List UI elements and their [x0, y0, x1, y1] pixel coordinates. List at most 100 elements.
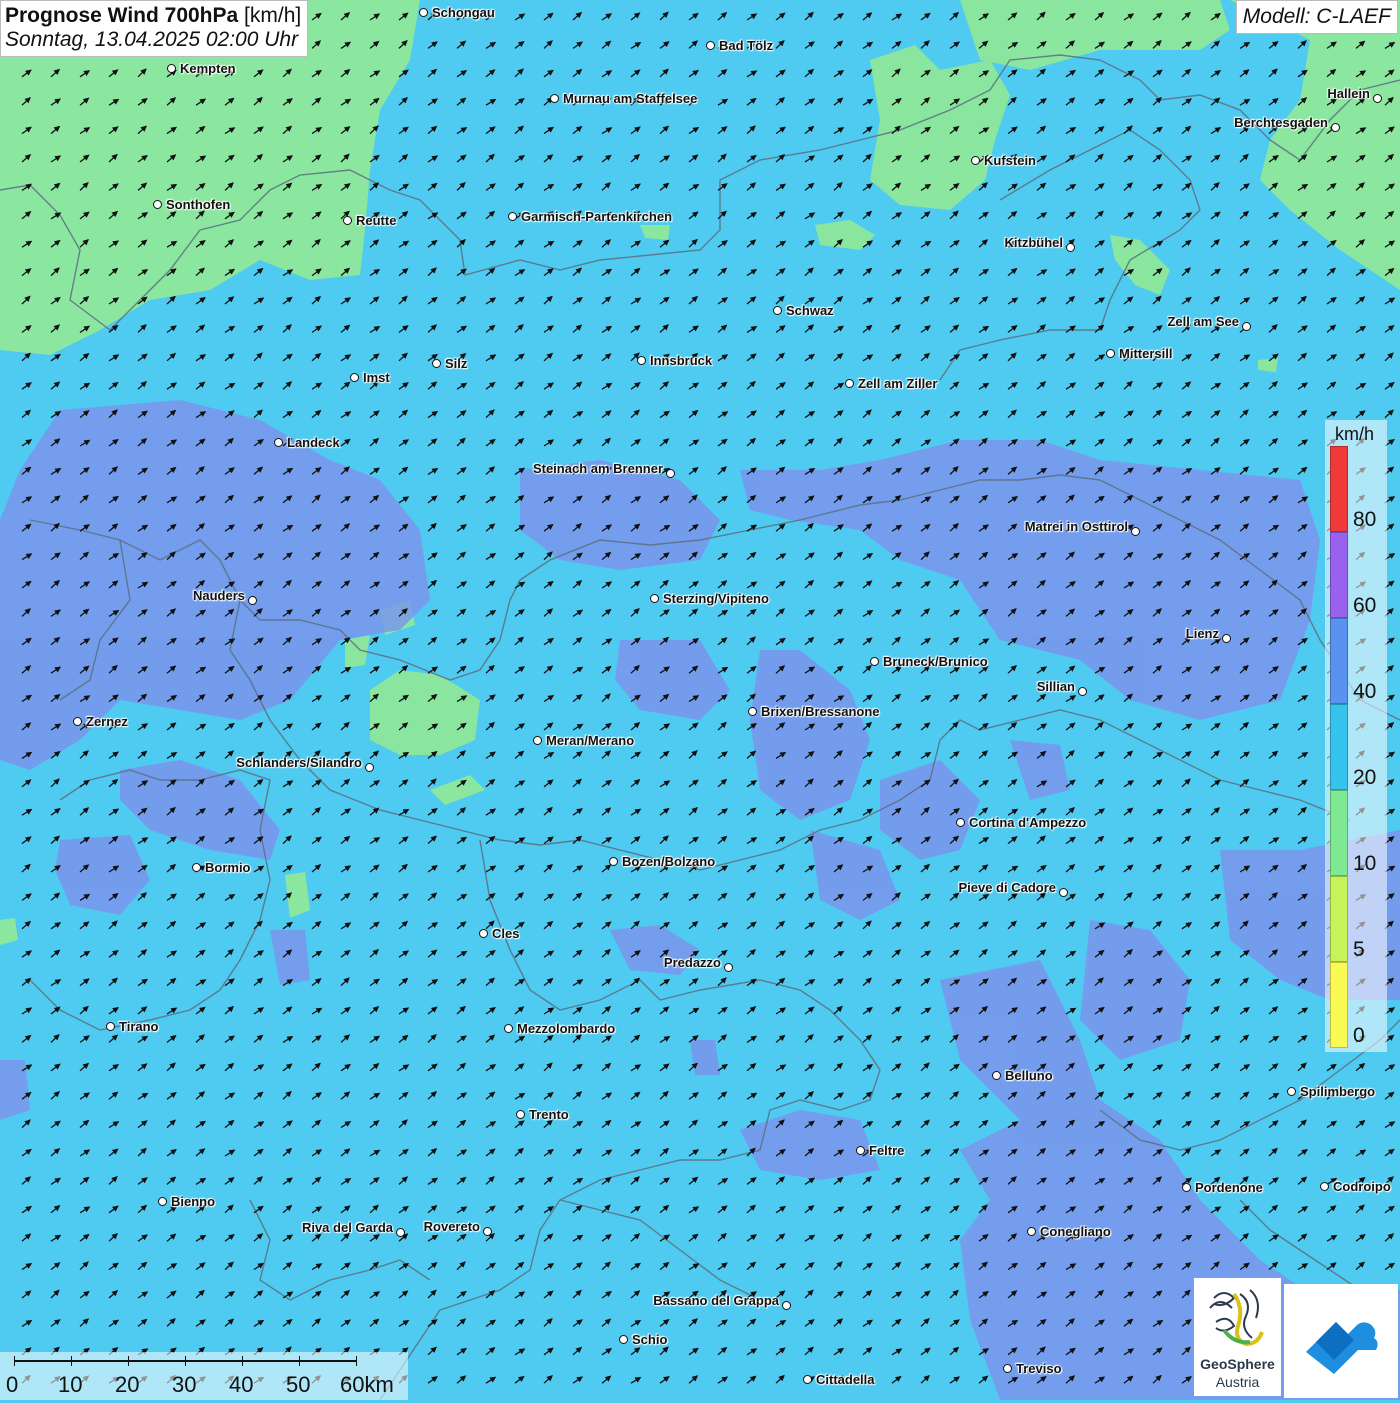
scale-tick — [128, 1356, 129, 1366]
city-marker — [432, 359, 441, 368]
city-marker — [192, 863, 201, 872]
scale-tick — [299, 1356, 300, 1366]
city-marker — [637, 356, 646, 365]
city-marker — [504, 1024, 513, 1033]
city-marker — [845, 379, 854, 388]
city-marker — [773, 306, 782, 315]
city-marker — [167, 64, 176, 73]
city-marker — [158, 1197, 167, 1206]
city-label: Garmisch-Partenkirchen — [521, 209, 673, 224]
map-subtitle: Sonntag, 13.04.2025 02:00 Uhr — [5, 28, 299, 52]
city-label: Mittersill — [1119, 346, 1173, 361]
city-label: Schwaz — [786, 303, 834, 318]
city-marker — [153, 200, 162, 209]
legend-bar — [1330, 446, 1348, 1048]
city-marker — [1222, 634, 1231, 643]
city-label: Kitzbühel — [1004, 235, 1064, 250]
city-marker — [396, 1228, 405, 1237]
legend-color-segment — [1330, 446, 1348, 532]
city-marker — [483, 1227, 492, 1236]
cloud-arrow-icon — [1306, 1322, 1378, 1374]
city-label: Pieve di Cadore — [958, 880, 1056, 895]
city-marker — [479, 929, 488, 938]
city-label: Riva del Garda — [301, 1220, 393, 1235]
city-label: Pordenone — [1195, 1180, 1263, 1195]
city-label: Treviso — [1016, 1361, 1062, 1376]
city-marker — [550, 94, 559, 103]
city-marker — [650, 594, 659, 603]
city-marker — [350, 373, 359, 382]
map-title: Prognose Wind 700hPa — [5, 4, 239, 27]
city-marker — [106, 1022, 115, 1031]
scale-label: 0 — [6, 1372, 19, 1397]
legend-unit: km/h — [1335, 424, 1375, 444]
city-label: Meran/Merano — [546, 733, 635, 748]
scale-label: 40 — [229, 1372, 254, 1397]
city-label: Sterzing/Vipiteno — [663, 591, 769, 606]
legend-tick: 10 — [1353, 852, 1377, 875]
scale-bar: 0 10 20 30 40 50 60km — [0, 1352, 408, 1400]
legend-color-segment — [1330, 876, 1348, 962]
city-marker — [870, 657, 879, 666]
city-marker — [343, 216, 352, 225]
city-label: Steinach am Brenner — [532, 461, 663, 476]
weather-app-logo[interactable] — [1284, 1284, 1398, 1398]
city-label: Matrei in Osttirol — [1024, 519, 1128, 534]
city-label: Zell am Ziller — [858, 376, 938, 391]
city-marker — [803, 1375, 812, 1384]
city-label: Bassano del Grappa — [653, 1293, 779, 1308]
scale-tick — [71, 1356, 72, 1366]
city-marker — [1320, 1182, 1329, 1191]
city-label: Kufstein — [984, 153, 1036, 168]
map-title-unit: [km/h] — [244, 4, 302, 27]
legend-color-segment — [1330, 618, 1348, 704]
scale-label: 30 — [172, 1372, 197, 1397]
city-label: Imst — [363, 370, 390, 385]
city-label: Berchtesgaden — [1234, 115, 1328, 130]
city-marker — [508, 212, 517, 221]
city-label: Codroipo — [1333, 1179, 1391, 1194]
city-label: Tirano — [119, 1019, 159, 1034]
legend-tick: 20 — [1353, 766, 1377, 789]
city-label: Bozen/Bolzano — [622, 854, 716, 869]
city-label: Mezzolombardo — [517, 1021, 616, 1036]
city-marker — [1027, 1227, 1036, 1236]
city-marker — [533, 736, 542, 745]
city-label: Landeck — [287, 435, 340, 450]
geosphere-logo[interactable]: GeoSphere Austria — [1194, 1278, 1281, 1396]
geosphere-sub: Austria — [1215, 1374, 1260, 1390]
city-label: Murnau am Staffelsee — [563, 91, 698, 106]
city-label: Schio — [632, 1332, 668, 1347]
scale-tick — [14, 1356, 15, 1366]
city-label: Silz — [445, 356, 468, 371]
legend-tick: 60 — [1353, 594, 1377, 617]
scale-label: 60km — [340, 1372, 394, 1397]
city-marker — [856, 1146, 865, 1155]
city-label: Hallein — [1327, 86, 1370, 101]
legend-tick: 40 — [1353, 680, 1377, 703]
city-marker — [971, 156, 980, 165]
city-marker — [706, 41, 715, 50]
city-label: Zernez — [86, 714, 128, 729]
color-legend: km/h 80 60 40 20 10 5 0 — [1325, 420, 1387, 1052]
city-label: Nauders — [192, 588, 245, 603]
city-label: Sillian — [1036, 679, 1075, 694]
city-marker — [666, 469, 675, 478]
city-label: Spilimbergo — [1300, 1084, 1376, 1099]
city-label: Schongau — [432, 5, 495, 20]
city-marker — [748, 707, 757, 716]
city-marker — [1003, 1364, 1012, 1373]
title-box: Prognose Wind 700hPa [km/h] Sonntag, 13.… — [0, 0, 309, 58]
scale-tick — [185, 1356, 186, 1366]
legend-color-segment — [1330, 962, 1348, 1048]
city-label: Cortina d'Ampezzo — [969, 815, 1087, 830]
scale-label: 50 — [286, 1372, 311, 1397]
city-marker — [73, 717, 82, 726]
geosphere-emblem-icon — [1209, 1289, 1264, 1347]
city-marker — [724, 963, 733, 972]
city-label: Zell am See — [1167, 314, 1239, 329]
city-label: Cittadella — [816, 1372, 875, 1387]
city-label: Bormio — [205, 860, 251, 875]
city-label: Predazzo — [663, 955, 721, 970]
city-label: Reutte — [356, 213, 397, 228]
